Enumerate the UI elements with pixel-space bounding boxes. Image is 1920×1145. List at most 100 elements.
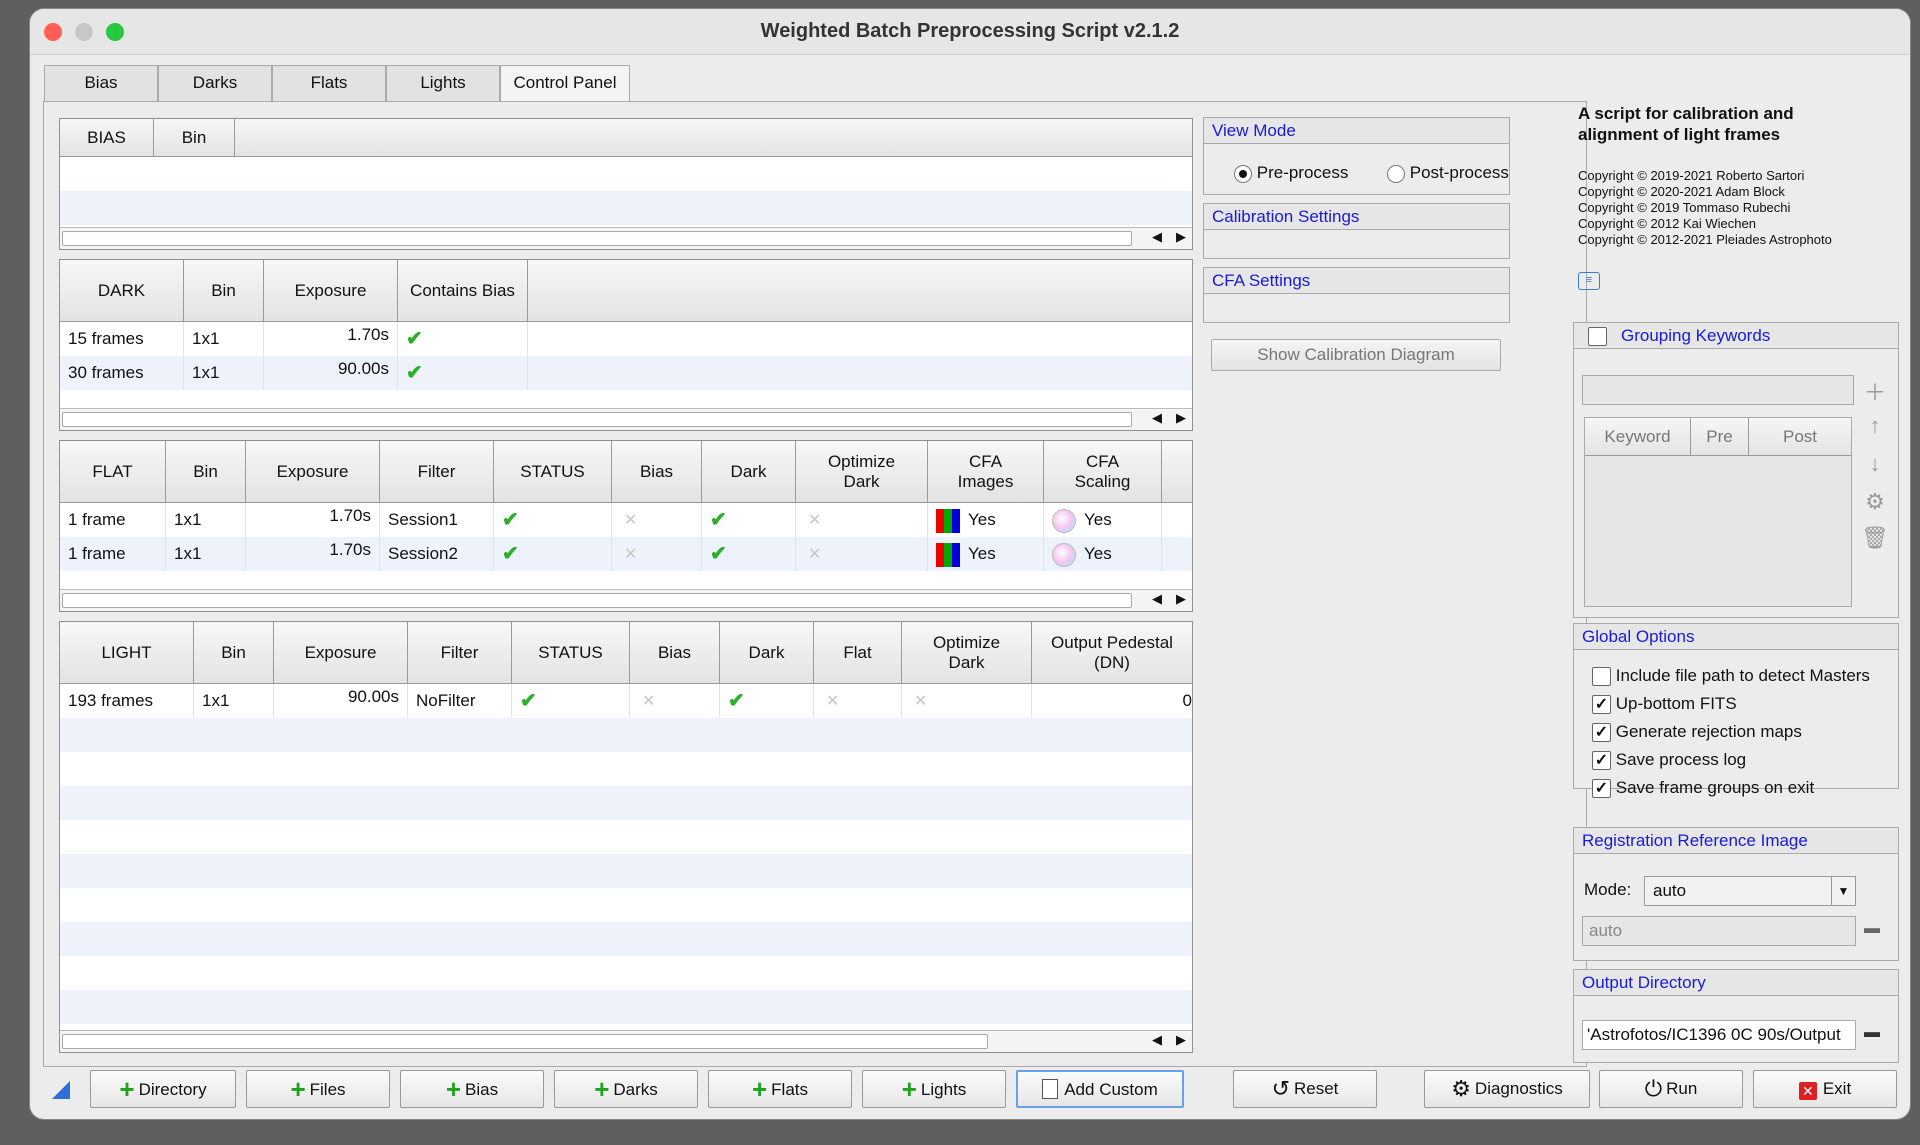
show-calibration-diagram-button[interactable]: Show Calibration Diagram bbox=[1211, 339, 1501, 371]
column-header[interactable]: Bin bbox=[154, 119, 235, 157]
calibration-settings-group[interactable]: Calibration Settings bbox=[1203, 203, 1510, 259]
column-header[interactable]: Contains Bias bbox=[398, 260, 528, 322]
add-files-button[interactable]: + Files bbox=[246, 1070, 390, 1108]
diagnostics-button[interactable]: ⚙ Diagnostics bbox=[1424, 1070, 1590, 1108]
reset-button[interactable]: ↺ Reset bbox=[1233, 1070, 1377, 1108]
column-header[interactable]: Bias bbox=[612, 441, 702, 503]
column-header[interactable]: STATUS bbox=[494, 441, 612, 503]
post-process-radio[interactable]: Post-process bbox=[1387, 163, 1509, 183]
chevron-down-icon[interactable]: ▼ bbox=[1831, 877, 1855, 905]
checkbox-checked[interactable]: ✓ bbox=[1592, 695, 1611, 715]
bias-table[interactable]: BIAS Bin ◀ ▶ bbox=[59, 118, 1193, 250]
grouping-checkbox[interactable] bbox=[1588, 327, 1607, 347]
column-header[interactable]: FLAT bbox=[60, 441, 166, 503]
column-header[interactable]: Bin bbox=[194, 622, 274, 684]
column-header[interactable]: LIGHT bbox=[60, 622, 194, 684]
horizontal-scrollbar[interactable]: ◀ ▶ bbox=[60, 408, 1192, 430]
table-row[interactable]: 193 frames 1x1 90.00s NoFilter ✔ ✕ ✔ ✕ ✕… bbox=[60, 684, 1192, 718]
tab-bias[interactable]: Bias bbox=[44, 65, 158, 101]
option-generate-rejection-maps[interactable]: ✓ Generate rejection maps bbox=[1592, 722, 1802, 743]
column-header[interactable]: Exposure bbox=[264, 260, 398, 322]
column-header[interactable]: Bin bbox=[184, 260, 264, 322]
reference-image-input[interactable]: auto bbox=[1582, 916, 1856, 946]
column-header[interactable]: Filter bbox=[408, 622, 512, 684]
add-lights-button[interactable]: + Lights bbox=[862, 1070, 1006, 1108]
column-header[interactable]: Post bbox=[1749, 418, 1851, 456]
column-header[interactable]: Bias bbox=[630, 622, 720, 684]
column-header[interactable]: Keyword bbox=[1585, 418, 1691, 456]
table-row[interactable]: 15 frames 1x1 1.70s ✔ bbox=[60, 322, 1192, 356]
group-title[interactable]: CFA Settings bbox=[1204, 268, 1509, 294]
option-save-frame-groups[interactable]: ✓ Save frame groups on exit bbox=[1592, 778, 1814, 799]
scroll-left-icon[interactable]: ◀ bbox=[1152, 1032, 1162, 1048]
scrollbar-thumb[interactable] bbox=[62, 593, 1132, 608]
keyword-list[interactable]: Keyword Pre Post bbox=[1584, 417, 1852, 607]
folder-icon[interactable]: ▬ bbox=[1864, 920, 1886, 937]
option-include-file-path[interactable]: Include file path to detect Masters bbox=[1592, 666, 1870, 687]
gear-icon[interactable]: ⚙ bbox=[1860, 489, 1890, 515]
option-save-process-log[interactable]: ✓ Save process log bbox=[1592, 750, 1746, 771]
column-header[interactable]: CFA Images bbox=[928, 441, 1044, 503]
horizontal-scrollbar[interactable]: ◀ ▶ bbox=[60, 227, 1192, 249]
scroll-right-icon[interactable]: ▶ bbox=[1176, 591, 1186, 607]
radio-selected-icon[interactable] bbox=[1234, 164, 1252, 183]
column-header[interactable]: DARK bbox=[60, 260, 184, 322]
column-header[interactable]: Dark bbox=[702, 441, 796, 503]
column-header[interactable]: CFA Scaling bbox=[1044, 441, 1162, 503]
scroll-left-icon[interactable]: ◀ bbox=[1152, 591, 1162, 607]
column-header[interactable]: Dark bbox=[720, 622, 814, 684]
horizontal-scrollbar[interactable]: ◀ ▶ bbox=[60, 1030, 1192, 1052]
tab-lights[interactable]: Lights bbox=[386, 65, 500, 101]
column-header[interactable]: Exposure bbox=[246, 441, 380, 503]
comment-icon[interactable]: ≡ bbox=[1578, 272, 1600, 290]
light-table[interactable]: LIGHT Bin Exposure Filter STATUS Bias Da… bbox=[59, 621, 1193, 1053]
scroll-left-icon[interactable]: ◀ bbox=[1152, 229, 1162, 245]
option-up-bottom-fits[interactable]: ✓ Up-bottom FITS bbox=[1592, 694, 1737, 715]
scroll-left-icon[interactable]: ◀ bbox=[1152, 410, 1162, 426]
checkbox-checked[interactable]: ✓ bbox=[1592, 723, 1611, 743]
mode-select[interactable]: auto ▼ bbox=[1644, 876, 1856, 906]
add-flats-button[interactable]: + Flats bbox=[708, 1070, 852, 1108]
table-row[interactable] bbox=[60, 157, 1192, 191]
output-directory-input[interactable]: 'Astrofotos/IC1396 0C 90s/Output bbox=[1582, 1020, 1856, 1050]
add-icon[interactable]: ＋ bbox=[1860, 375, 1890, 407]
checkbox-checked[interactable]: ✓ bbox=[1592, 779, 1611, 799]
scroll-right-icon[interactable]: ▶ bbox=[1176, 410, 1186, 426]
column-header[interactable]: Exposure bbox=[274, 622, 408, 684]
column-header[interactable]: Output Pedestal (DN) bbox=[1032, 622, 1192, 684]
dark-table[interactable]: DARK Bin Exposure Contains Bias 15 frame… bbox=[59, 259, 1193, 431]
column-header[interactable]: Flat bbox=[814, 622, 902, 684]
column-header[interactable]: Filter bbox=[380, 441, 494, 503]
scroll-right-icon[interactable]: ▶ bbox=[1176, 229, 1186, 245]
checkbox-empty[interactable] bbox=[1592, 667, 1611, 687]
run-button[interactable]: ⏻ Run bbox=[1599, 1070, 1743, 1108]
tab-control-panel[interactable]: Control Panel bbox=[500, 65, 630, 103]
horizontal-scrollbar[interactable]: ◀ ▶ bbox=[60, 589, 1192, 611]
tab-darks[interactable]: Darks bbox=[158, 65, 272, 101]
add-darks-button[interactable]: + Darks bbox=[554, 1070, 698, 1108]
add-directory-button[interactable]: + Directory bbox=[90, 1070, 236, 1108]
column-header[interactable]: Optimize Dark bbox=[796, 441, 928, 503]
column-header[interactable]: Bin bbox=[166, 441, 246, 503]
table-row[interactable]: 1 frame 1x1 1.70s Session1 ✔ ✕ ✔ ✕ Yes Y… bbox=[60, 503, 1192, 537]
cfa-settings-group[interactable]: CFA Settings bbox=[1203, 267, 1510, 323]
exit-button[interactable]: ✕ Exit bbox=[1753, 1070, 1897, 1108]
flat-table[interactable]: FLAT Bin Exposure Filter STATUS Bias Dar… bbox=[59, 440, 1193, 612]
folder-icon[interactable]: ▬ bbox=[1864, 1024, 1886, 1041]
radio-empty-icon[interactable] bbox=[1387, 164, 1405, 183]
keyword-input[interactable] bbox=[1582, 375, 1854, 405]
arrow-down-icon[interactable]: ↓ bbox=[1860, 451, 1890, 477]
add-bias-button[interactable]: + Bias bbox=[400, 1070, 544, 1108]
tab-flats[interactable]: Flats bbox=[272, 65, 386, 101]
resize-corner-icon[interactable] bbox=[52, 1081, 70, 1099]
scroll-right-icon[interactable]: ▶ bbox=[1176, 1032, 1186, 1048]
scrollbar-thumb[interactable] bbox=[62, 1034, 988, 1049]
checkbox-checked[interactable]: ✓ bbox=[1592, 751, 1611, 771]
column-header[interactable]: Pre bbox=[1691, 418, 1749, 456]
column-header[interactable]: BIAS bbox=[60, 119, 154, 157]
scrollbar-thumb[interactable] bbox=[62, 231, 1132, 246]
add-custom-button[interactable]: Add Custom bbox=[1016, 1070, 1184, 1108]
group-title[interactable]: Calibration Settings bbox=[1204, 204, 1509, 230]
table-row[interactable]: 30 frames 1x1 90.00s ✔ bbox=[60, 356, 1192, 390]
column-header[interactable]: STATUS bbox=[512, 622, 630, 684]
